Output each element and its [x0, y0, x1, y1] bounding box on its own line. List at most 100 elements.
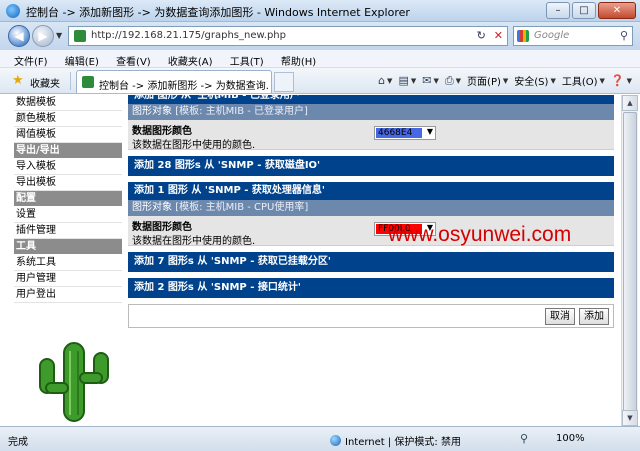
security-zone[interactable]: Internet | 保护模式: 禁用 — [330, 433, 461, 448]
template-hint: [模板: 主机MIB - CPU使用率] — [175, 202, 309, 213]
safety-menu[interactable]: 安全(S) ▼ — [514, 73, 556, 89]
sidebar-item-color-templates[interactable]: 颜色模板 — [14, 111, 122, 127]
field-name: 数据图形颜色 — [132, 126, 192, 137]
google-icon — [517, 30, 529, 42]
favorites-bar: ★ 收藏夹 控制台 -> 添加新图形 -> 为数据查询... ⌂ ▼ ▤ ▼ ✉ ▼ … — [0, 68, 640, 94]
section-header-interface-stats: 添加 2 图形s 从 'SNMP - 接口统计' — [128, 278, 614, 298]
graph-object-row: 图形对象 [模板: 主机MIB - CPU使用率] — [128, 200, 614, 216]
sidebar: 数据模板 颜色模板 阈值模板 导出/导出 导入模板 导出模板 配置 设置 插件管… — [14, 95, 122, 426]
vertical-scrollbar[interactable]: ▲ ▼ — [621, 95, 638, 426]
scroll-thumb[interactable] — [623, 112, 637, 412]
cancel-button[interactable]: 取消 — [545, 308, 575, 325]
tab-title: 控制台 -> 添加新图形 -> 为数据查询... — [99, 81, 269, 92]
tools-menu[interactable]: 工具(O) ▼ — [561, 73, 605, 89]
cacti-logo-icon — [39, 342, 109, 422]
watermark-text: www.osyunwei.com — [388, 223, 572, 246]
print-button[interactable]: ⎙ ▼ — [445, 73, 461, 88]
command-bar: ⌂ ▼ ▤ ▼ ✉ ▼ ⎙ ▼ 页面(P) ▼ 安全(S) ▼ 工具(O) ▼ ❓ ▼ — [378, 73, 632, 89]
sidebar-item-system-utilities[interactable]: 系统工具 — [14, 255, 122, 271]
sidebar-item-user-management[interactable]: 用户管理 — [14, 271, 122, 287]
graph-object-label: 图形对象 — [132, 106, 172, 117]
home-button[interactable]: ⌂ ▼ — [378, 73, 392, 88]
history-dropdown-icon[interactable]: ▼ — [56, 31, 62, 40]
color-select-value: 4668E4 — [376, 128, 422, 138]
menu-bar: 文件(F) 编辑(E) 查看(V) 收藏夹(A) 工具(T) 帮助(H) — [0, 50, 640, 68]
favorites-star-icon[interactable]: ★ — [12, 73, 24, 88]
safety-menu-label: 安全(S) — [514, 77, 549, 88]
sidebar-item-settings[interactable]: 设置 — [14, 207, 122, 223]
divider — [70, 72, 71, 90]
search-placeholder[interactable]: Google — [534, 30, 569, 41]
template-hint: [模板: 主机MIB - 已登录用户] — [175, 106, 308, 117]
forward-button[interactable]: ▶ — [32, 25, 54, 47]
section-header-processor-info: 添加 1 图形 从 'SNMP - 获取处理器信息' — [128, 182, 614, 200]
site-favicon-icon — [74, 30, 86, 42]
ie-logo-icon — [6, 4, 20, 18]
section-header-mounted-partitions: 添加 7 图形s 从 'SNMP - 获取已挂载分区' — [128, 252, 614, 272]
page-menu[interactable]: 页面(P) ▼ — [467, 73, 508, 89]
graph-object-label: 图形对象 — [132, 202, 172, 213]
new-tab-button[interactable] — [274, 72, 294, 92]
zoom-level[interactable]: 100% — [556, 433, 585, 444]
menu-file[interactable]: 文件(F) — [14, 50, 48, 68]
home-icon: ⌂ — [378, 74, 386, 87]
menu-view[interactable]: 查看(V) — [116, 50, 151, 68]
title-bar: 控制台 -> 添加新图形 -> 为数据查询添加图形 - Windows Inte… — [0, 0, 640, 22]
search-box[interactable]: Google ⚲ — [513, 26, 633, 46]
color-select[interactable]: 4668E4 ▼ — [374, 126, 436, 140]
tools-menu-label: 工具(O) — [561, 77, 598, 88]
sidebar-category-utilities: 工具 — [14, 239, 122, 255]
scroll-down-icon[interactable]: ▼ — [622, 410, 638, 426]
mail-icon: ✉ — [422, 74, 432, 87]
graph-object-row: 图形对象 [模板: 主机MIB - 已登录用户] — [128, 104, 614, 120]
sidebar-item-import-templates[interactable]: 导入模板 — [14, 159, 122, 175]
menu-tools[interactable]: 工具(T) — [230, 50, 264, 68]
chevron-down-icon: ▼ — [426, 127, 433, 136]
field-description: 该数据在图形中使用的颜色. — [132, 236, 256, 247]
menu-favorites[interactable]: 收藏夹(A) — [168, 50, 213, 68]
section-header-disk-io: 添加 28 图形s 从 'SNMP - 获取磁盘IO' — [128, 156, 614, 176]
field-name: 数据图形颜色 — [132, 222, 192, 233]
window-controls: – □ ✕ — [546, 2, 636, 19]
favorites-button[interactable]: 收藏夹 — [30, 75, 60, 90]
back-button[interactable]: ◀ — [8, 25, 30, 47]
address-row: ◀ ▶ ▼ http://192.168.21.175/graphs_new.p… — [0, 22, 640, 50]
page-content: 数据模板 颜色模板 阈值模板 导出/导出 导入模板 导出模板 配置 设置 插件管… — [0, 95, 640, 426]
address-bar[interactable]: http://192.168.21.175/graphs_new.php ↻ ✕ — [68, 26, 508, 46]
zone-text: Internet | 保护模式: 禁用 — [345, 437, 461, 448]
graph-color-field: 数据图形颜色 该数据在图形中使用的颜色. 4668E4 ▼ — [128, 120, 614, 151]
minimize-button[interactable]: – — [546, 2, 570, 19]
close-button[interactable]: ✕ — [598, 2, 636, 19]
sidebar-item-logout[interactable]: 用户登出 — [14, 287, 122, 303]
sidebar-item-export-templates[interactable]: 导出模板 — [14, 175, 122, 191]
refresh-icon[interactable]: ↻ — [477, 29, 486, 42]
main-panel: 添加 图形 从 '主机MIB - 已登录用户' 图形对象 [模板: 主机MIB … — [128, 95, 614, 426]
sidebar-item-threshold-templates[interactable]: 阈值模板 — [14, 127, 122, 143]
feeds-button[interactable]: ▤ ▼ — [398, 73, 416, 88]
mail-button[interactable]: ✉ ▼ — [422, 73, 439, 88]
menu-help[interactable]: 帮助(H) — [281, 50, 316, 68]
section-header-logged-users: 添加 图形 从 '主机MIB - 已登录用户' — [128, 95, 614, 104]
field-description: 该数据在图形中使用的颜色. — [132, 140, 256, 151]
sidebar-item-plugin-management[interactable]: 插件管理 — [14, 223, 122, 239]
page-menu-label: 页面(P) — [467, 77, 501, 88]
stop-icon[interactable]: ✕ — [494, 29, 503, 42]
form-footer: 取消 添加 — [128, 304, 614, 328]
menu-edit[interactable]: 编辑(E) — [65, 50, 99, 68]
window-title: 控制台 -> 添加新图形 -> 为数据查询添加图形 - Windows Inte… — [26, 6, 410, 19]
help-icon: ❓ — [610, 74, 625, 87]
add-button[interactable]: 添加 — [579, 308, 609, 325]
status-text: 完成 — [8, 437, 28, 448]
sidebar-category-configuration: 配置 — [14, 191, 122, 207]
maximize-button[interactable]: □ — [572, 2, 596, 19]
print-icon: ⎙ — [444, 73, 454, 87]
status-bar: 完成 Internet | 保护模式: 禁用 ⚲ 100% — [0, 426, 640, 451]
help-button[interactable]: ❓ ▼ — [611, 73, 632, 88]
url-text[interactable]: http://192.168.21.175/graphs_new.php — [91, 30, 286, 41]
search-icon[interactable]: ⚲ — [620, 29, 628, 42]
sidebar-item-data-templates[interactable]: 数据模板 — [14, 95, 122, 111]
browser-tab[interactable]: 控制台 -> 添加新图形 -> 为数据查询... — [76, 70, 272, 93]
zoom-icon[interactable]: ⚲ — [520, 432, 528, 445]
internet-globe-icon — [330, 435, 341, 446]
scroll-up-icon[interactable]: ▲ — [622, 95, 638, 111]
